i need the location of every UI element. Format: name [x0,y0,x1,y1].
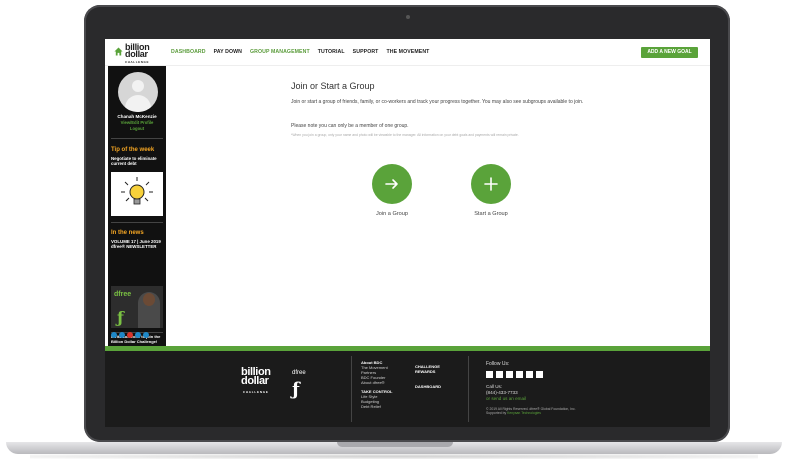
site-logo[interactable]: billion dollar CHALLENGE [125,43,150,66]
start-group-button[interactable] [471,164,511,204]
page-title: Join or Start a Group [291,81,375,91]
start-group-label[interactable]: Start a Group [456,211,526,217]
footer-logo-line-2: dollar [241,375,269,387]
nav-pay-down[interactable]: PAY DOWN [214,49,242,55]
blog-icon[interactable] [506,371,513,378]
logout-link[interactable]: Logout [108,126,166,131]
laptop-notch [337,442,453,447]
footer-col-about: About BDC The Movement Partners BDC Foun… [361,360,392,409]
linkedin-icon[interactable] [516,371,523,378]
facebook-icon[interactable] [486,371,493,378]
supported-by-label: Supported by [486,411,507,416]
edit-profile-link[interactable]: View/Edit Profile [108,120,166,125]
linkedin-icon[interactable] [135,332,141,338]
nav-the-movement[interactable]: THE MOVEMENT [386,49,429,55]
instagram-icon[interactable] [536,371,543,378]
webcam [406,15,410,19]
browser-screen: billion dollar CHALLENGE DASHBOARD PAY D… [105,39,710,427]
footer: billion dollar CHALLENGE dfree ƒ About B… [105,351,710,427]
supporter-link[interactable]: Kenysan Technologies [507,411,541,415]
logo-line-2: dollar [125,49,148,59]
youtube-icon[interactable] [526,371,533,378]
home-icon[interactable] [114,47,123,56]
sidebar-social-links [111,332,149,338]
laptop-mockup: billion dollar CHALLENGE DASHBOARD PAY D… [0,0,788,463]
footer-dashboard-link[interactable]: DASHBOARD [415,384,449,389]
twitter-icon[interactable] [119,332,125,338]
membership-note: Please note you can only be a member of … [291,123,409,129]
footer-dfree-label: dfree [292,370,306,376]
twitter-icon[interactable] [496,371,503,378]
divider [111,222,163,223]
contact-block: Call Us: (844)-433-7733 or send us an em… [486,384,526,402]
sidebar: Chanah McKenzie View/Edit Profile Logout… [108,66,166,346]
dfree-logo-icon: ƒ [117,308,124,327]
main-nav: DASHBOARD PAY DOWN GROUP MANAGEMENT TUTO… [171,49,429,55]
follow-us-label: Follow Us: [486,361,510,367]
facebook-icon[interactable] [111,332,117,338]
footer-link-debt-relief[interactable]: Debt Relief [361,404,392,409]
add-goal-button[interactable]: ADD A NEW GOAL [641,47,698,58]
footer-rewards-link[interactable]: CHALLENGE REWARDS [415,364,449,374]
youtube-icon[interactable] [127,332,133,338]
top-navigation-bar: billion dollar CHALLENGE DASHBOARD PAY D… [105,39,710,66]
footer-divider [351,356,352,422]
instagram-icon[interactable] [143,332,149,338]
news-heading: In the news [111,230,144,236]
lightbulb-image[interactable] [111,172,163,216]
footer-logo-subtitle: CHALLENGE [242,390,269,394]
nav-dashboard[interactable]: DASHBOARD [171,49,206,55]
join-group-label[interactable]: Join a Group [357,211,427,217]
footer-logo[interactable]: billion dollar CHALLENGE [241,367,271,397]
avatar-head [132,80,144,92]
tip-heading: Tip of the week [111,147,155,153]
arrow-right-icon [385,179,398,189]
copyright-block: © 2019 All Rights Reserved. dfree® Globa… [486,407,576,416]
footer-divider [468,356,469,422]
privacy-note: *When you join a group, only your name a… [291,133,519,137]
divider [111,138,163,139]
newsletter-image[interactable]: dfree ƒ [111,286,163,328]
avatar[interactable] [118,72,158,112]
lightbulb-icon [121,177,153,205]
dfree-mark-icon[interactable]: ƒ [292,379,300,400]
avatar-body [125,95,151,112]
news-text[interactable]: VOLUME 17 | June 2019 dfree® NEWSLETTER [111,239,163,249]
footer-link-about-dfree[interactable]: About dfree® [361,380,392,385]
newsletter-brand: dfree [114,291,132,298]
newsletter-face [143,293,155,306]
email-link[interactable]: or send us an email [486,396,526,402]
nav-tutorial[interactable]: TUTORIAL [318,49,345,55]
tip-text[interactable]: Negotiate to eliminate current debt [111,156,163,166]
logo-subtitle: CHALLENGE [125,60,150,64]
laptop-shadow [30,454,758,459]
plus-icon [484,177,498,191]
user-name: Chanah McKenzie [117,114,157,119]
intro-text: Join or start a group of friends, family… [291,99,584,105]
footer-social-links [486,371,543,378]
nav-group-management[interactable]: GROUP MANAGEMENT [250,49,310,55]
nav-support[interactable]: SUPPORT [353,49,379,55]
footer-col-rewards: CHALLENGE REWARDS DASHBOARD [415,364,449,389]
join-group-button[interactable] [372,164,412,204]
